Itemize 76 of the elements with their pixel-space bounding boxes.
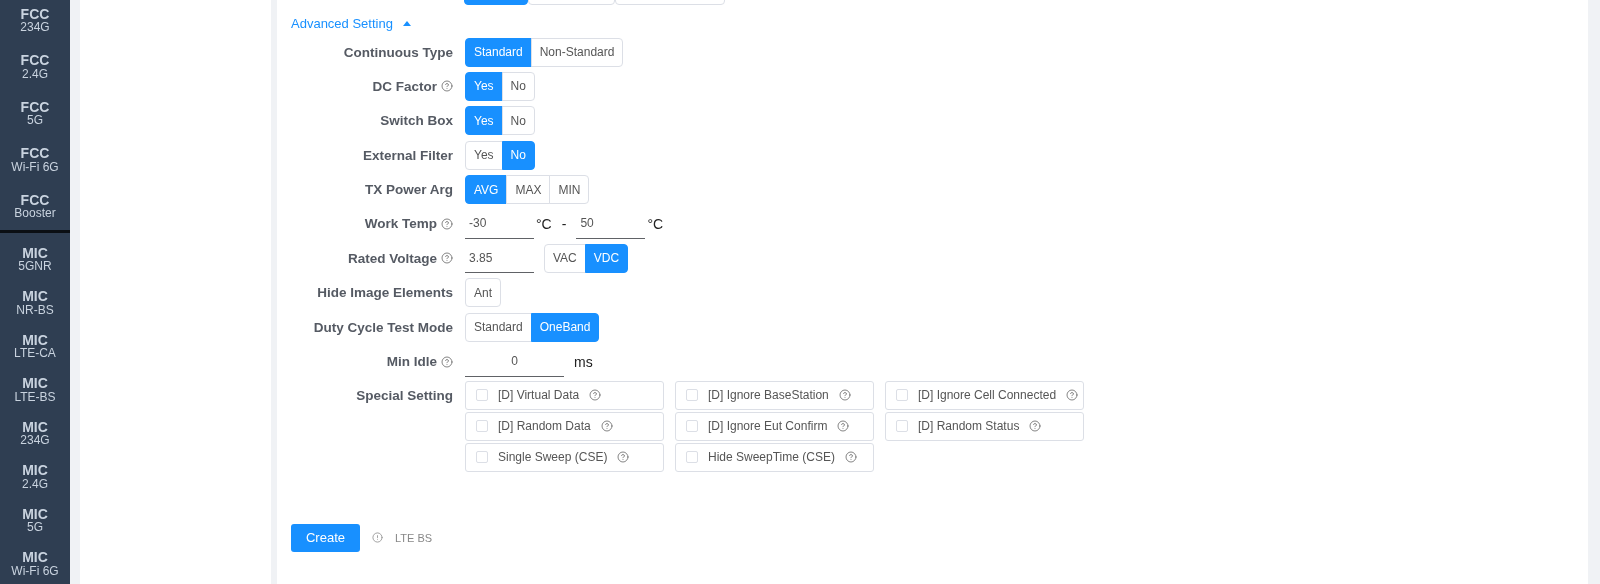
checkbox-option[interactable]: [D] Ignore BaseStation (675, 380, 874, 410)
checkbox[interactable] (686, 420, 698, 433)
checkbox[interactable] (896, 420, 908, 433)
option-button[interactable]: Standard (465, 312, 532, 342)
checkbox-label: Hide SweepTime (CSE) (708, 450, 835, 465)
sidebar-item[interactable]: MIC Wi-Fi 6G (0, 542, 70, 584)
help-icon (617, 451, 630, 464)
field-label: External Filter (362, 147, 453, 163)
help-icon (838, 389, 851, 402)
field-label: Hide Image Elements (317, 285, 453, 301)
field-label: Min Idle (386, 354, 437, 369)
checkbox-label: [D] Random Status (918, 419, 1020, 434)
help-icon (837, 420, 850, 433)
checkbox[interactable] (896, 389, 908, 402)
checkbox-label: [D] Random Data (498, 419, 591, 434)
field-label: TX Power Arg (365, 182, 453, 198)
checkbox-option[interactable]: Hide SweepTime (CSE) (675, 442, 874, 472)
help-icon (441, 252, 453, 265)
checkbox[interactable] (476, 420, 488, 433)
checkbox-label: Single Sweep (CSE) (498, 450, 608, 465)
checkbox-option[interactable]: Single Sweep (CSE) (465, 442, 664, 472)
checkbox-label: [D] Ignore Cell Connected (918, 388, 1057, 403)
checkbox-option[interactable]: [D] Random Status (885, 411, 1084, 441)
help-icon (441, 80, 453, 93)
unit-label: ms (574, 353, 593, 370)
option-button[interactable]: Ant (465, 278, 501, 308)
help-icon (1066, 389, 1079, 402)
sidebar-item[interactable]: FCC 2.4G (0, 43, 70, 90)
sidebar-item[interactable]: FCC Booster (0, 183, 70, 230)
checkbox[interactable] (686, 451, 698, 464)
checkbox-label: [D] Ignore BaseStation (708, 388, 829, 403)
sidebar-item[interactable]: MIC 5G (0, 498, 70, 542)
option-button[interactable]: MAX (506, 175, 551, 205)
unit-label: °C (647, 215, 664, 232)
option-button[interactable]: No (501, 71, 535, 101)
checkbox[interactable] (686, 389, 698, 402)
field-label: DC Factor (372, 78, 437, 94)
checkbox-option[interactable]: [D] Random Data (465, 411, 664, 441)
help-icon (1029, 420, 1042, 433)
sidebar-item[interactable]: FCC Wi-Fi 6G (0, 136, 70, 183)
info-icon (372, 532, 383, 544)
option-button[interactable]: No (501, 106, 535, 136)
info-note: LTE BS (395, 531, 433, 544)
field-label: Rated Voltage (348, 250, 437, 266)
checkbox[interactable] (476, 451, 488, 464)
sidebar-item[interactable]: MIC LTE-CA (0, 324, 70, 368)
field-label: Work Temp (364, 216, 437, 232)
checkbox-option[interactable]: [D] Virtual Data (465, 380, 664, 410)
help-icon (600, 420, 613, 433)
sidebar-item[interactable]: MIC 234G (0, 411, 70, 455)
option-button[interactable]: MIN (549, 175, 590, 205)
sidebar-item[interactable]: FCC 5G (0, 90, 70, 137)
checkbox-option[interactable]: [D] Ignore Eut Confirm (675, 411, 874, 441)
option-button[interactable]: Yes (465, 140, 503, 170)
field-label: Special Setting (356, 388, 453, 404)
checkbox-label: [D] Virtual Data (498, 388, 580, 403)
unit-label: °C (536, 215, 552, 232)
field-label: Continuous Type (343, 44, 453, 60)
range-separator: - (561, 215, 567, 232)
field-label: Duty Cycle Test Mode (313, 319, 453, 335)
caret-icon (402, 21, 411, 26)
sidebar-item[interactable]: MIC NR-BS (0, 281, 70, 325)
sidebar-item[interactable]: MIC 5GNR (0, 237, 70, 281)
field-label: Switch Box (380, 113, 453, 129)
help-icon (441, 355, 453, 368)
option-button[interactable]: Non-Standard (530, 37, 624, 67)
help-icon (441, 217, 453, 230)
help-icon (589, 389, 602, 402)
checkbox-label: [D] Ignore Eut Confirm (708, 419, 828, 434)
sidebar-item[interactable]: FCC 234G (0, 0, 70, 44)
sidebar-item[interactable]: MIC LTE-BS (0, 368, 70, 412)
sidebar-item[interactable]: MIC 2.4G (0, 455, 70, 499)
option-button[interactable]: VAC (544, 243, 586, 273)
checkbox-option[interactable]: [D] Ignore Cell Connected (885, 380, 1084, 410)
checkbox[interactable] (476, 389, 488, 402)
help-icon (844, 451, 857, 464)
